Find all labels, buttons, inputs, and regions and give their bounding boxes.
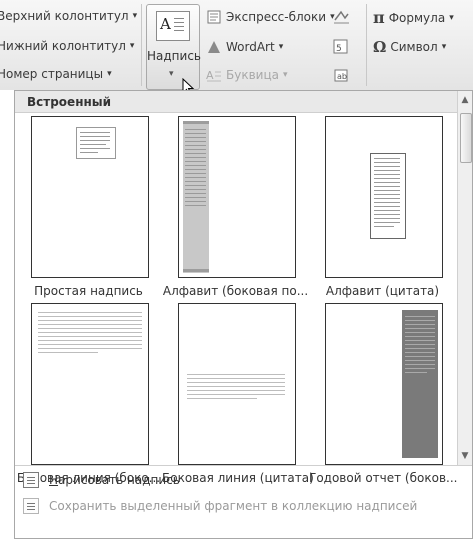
tile-preview <box>31 116 149 278</box>
access-key: Н <box>49 473 59 487</box>
draw-text-box-icon <box>23 472 39 488</box>
signature-line-icon <box>333 8 349 24</box>
chevron-down-icon: ▾ <box>449 12 454 23</box>
tile-label: Алфавит (боковая по... <box>162 284 309 298</box>
gallery-tile-side-line-quote[interactable]: Боковая линия (цитата) <box>162 301 314 485</box>
gallery-tile-side-line-sidebar[interactable]: Боковая линия (боко... <box>15 301 162 485</box>
symbol-button[interactable]: Ω Символ ▾ <box>373 38 446 56</box>
ribbon-group-divider <box>141 4 142 86</box>
text-box-gallery-panel: Встроенный ▲ ▼ Простая надпись Алфавит (… <box>14 90 473 539</box>
quick-parts-icon <box>206 9 222 25</box>
quick-parts-label: Экспресс-блоки <box>226 10 327 24</box>
gallery-tile-alphabet-quote[interactable]: Алфавит (цитата) <box>309 113 456 298</box>
scroll-thumb[interactable] <box>460 113 472 163</box>
dropcap-icon: A <box>206 67 222 83</box>
dropcap-button[interactable]: A Буквица ▾ <box>206 67 288 83</box>
save-selection-icon <box>23 498 39 514</box>
ribbon-group-divider <box>366 4 367 86</box>
tile-preview <box>325 116 443 278</box>
menu-separator <box>15 465 472 466</box>
text-box-icon: A <box>156 11 190 41</box>
wordart-icon <box>206 39 222 55</box>
gallery-tile-simple-text-box[interactable]: Простая надпись <box>15 113 162 298</box>
save-selection-label: Сохранить выделенный фрагмент в коллекци… <box>49 499 418 513</box>
save-selection-menu-item[interactable]: Сохранить выделенный фрагмент в коллекци… <box>23 495 463 517</box>
chevron-down-icon: ▾ <box>282 70 288 80</box>
tile-preview <box>31 303 149 465</box>
tile-preview <box>325 303 443 465</box>
formula-button[interactable]: π Формула ▾ <box>373 8 454 27</box>
gallery-scrollbar[interactable]: ▲ ▼ <box>457 91 472 465</box>
gallery-grid: Простая надпись Алфавит (боковая по... А… <box>15 113 458 485</box>
tile-preview <box>178 303 296 465</box>
date-time-button[interactable]: 5 <box>333 38 349 58</box>
page-number-label: Номер страницы <box>0 67 104 81</box>
draw-text-box-menu-item[interactable]: Нарисовать надпись <box>23 469 463 491</box>
chevron-down-icon: ▾ <box>129 41 135 51</box>
gallery-tile-alphabet-sidebar[interactable]: Алфавит (боковая по... <box>162 113 309 298</box>
text-box-label: Надпись <box>147 49 201 63</box>
object-button[interactable]: ab <box>333 67 349 87</box>
header-label: Верхний колонтитул <box>0 9 129 23</box>
page-number-button[interactable]: Номер страницы ▾ <box>0 67 112 81</box>
ribbon: Верхний колонтитул ▾ Нижний колонтитул ▾… <box>0 0 473 90</box>
tile-label: Алфавит (цитата) <box>325 284 440 298</box>
chevron-down-icon: ▾ <box>107 69 112 79</box>
header-button[interactable]: Верхний колонтитул ▾ <box>0 9 137 23</box>
wordart-label: WordArt <box>226 40 275 54</box>
formula-label: Формула <box>388 10 446 25</box>
tile-preview <box>178 116 296 278</box>
quick-parts-button[interactable]: Экспресс-блоки ▾ <box>206 9 335 25</box>
scroll-up-icon[interactable]: ▲ <box>458 93 472 107</box>
chevron-down-icon: ▾ <box>132 11 138 21</box>
footer-button[interactable]: Нижний колонтитул ▾ <box>0 39 134 53</box>
draw-text-box-label: Нарисовать надпись <box>49 473 180 487</box>
svg-text:ab: ab <box>337 72 347 81</box>
scroll-down-icon[interactable]: ▼ <box>458 449 472 463</box>
chevron-down-icon: ▾ <box>278 42 284 52</box>
object-icon: ab <box>333 67 349 83</box>
svg-text:5: 5 <box>336 44 342 54</box>
chevron-down-icon: ▾ <box>441 42 447 52</box>
gallery-section-title: Встроенный <box>15 91 458 113</box>
gallery-tile-annual-report-sidebar[interactable]: Годовой отчет (боков... <box>309 301 457 485</box>
date-time-icon: 5 <box>333 38 349 54</box>
dropcap-label: Буквица <box>226 68 279 82</box>
pi-icon: π <box>373 8 385 27</box>
symbol-label: Символ <box>390 40 438 54</box>
omega-icon: Ω <box>373 38 387 56</box>
wordart-button[interactable]: WordArt ▾ <box>206 39 283 55</box>
signature-line-button[interactable] <box>333 8 349 28</box>
chevron-down-icon: ▾ <box>169 69 174 79</box>
tile-label: Простая надпись <box>34 284 143 298</box>
svg-text:A: A <box>206 69 214 82</box>
footer-label: Нижний колонтитул <box>0 39 126 53</box>
